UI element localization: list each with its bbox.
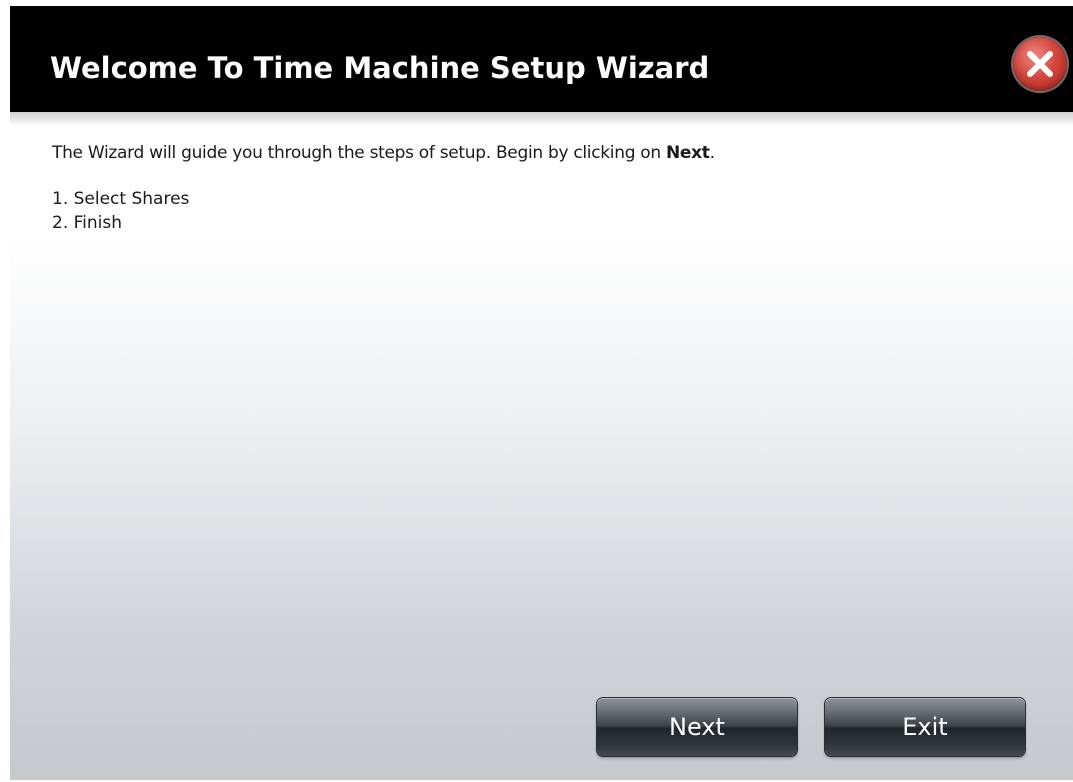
step-item-select-shares: 1. Select Shares <box>52 189 190 209</box>
close-button[interactable] <box>1013 37 1067 91</box>
next-button[interactable]: Next <box>597 698 797 756</box>
intro-text-next: Next <box>665 143 710 163</box>
header-shadow <box>10 112 1073 126</box>
close-icon <box>1027 51 1053 77</box>
exit-button[interactable]: Exit <box>825 698 1025 756</box>
intro-text: The Wizard will guide you through the st… <box>52 141 1042 165</box>
dialog-title: Welcome To Time Machine Setup Wizard <box>50 51 710 85</box>
intro-text-end: . <box>709 143 715 163</box>
steps-list: 1. Select Shares 2. Finish <box>52 187 1042 235</box>
intro-text-start: The Wizard will guide you through the st… <box>52 143 666 163</box>
wizard-content: The Wizard will guide you through the st… <box>52 141 1042 235</box>
step-item-finish: 2. Finish <box>52 213 123 233</box>
title-bar: Welcome To Time Machine Setup Wizard <box>10 6 1073 112</box>
wizard-dialog: Welcome To Time Machine Setup Wizard The… <box>10 6 1073 780</box>
